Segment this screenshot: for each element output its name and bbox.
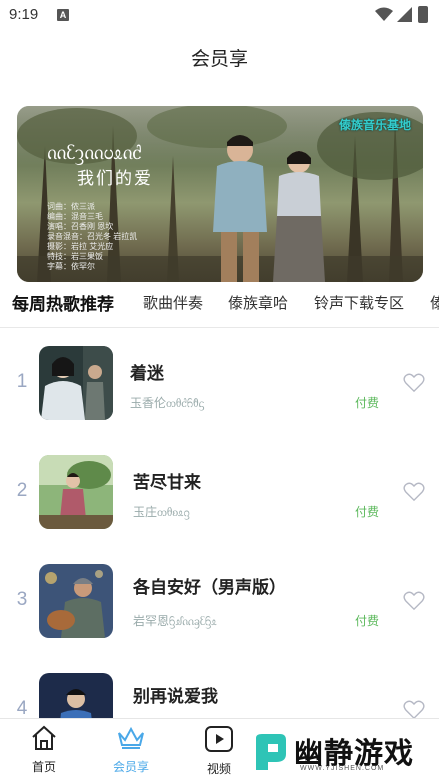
tab-accompaniment[interactable]: 歌曲伴奏 xyxy=(143,292,203,313)
nav-home-label: 首页 xyxy=(31,760,56,774)
song-artist: 玉香伦ᦎᦲᦺᦆᦹᦓ xyxy=(130,396,205,410)
nav-video[interactable]: 视频 xyxy=(189,725,249,777)
credit-line: 编曲：混音三毛 xyxy=(47,212,103,221)
song-title: 各自安好（男声版） xyxy=(133,578,286,597)
credit-line: 字幕：依罕尔 xyxy=(47,262,95,271)
banner-script-title: ᦶᦷᦡᦶᦢᦸᦵᦺ xyxy=(47,140,142,164)
banner-credits: 词曲：侬三派 编曲：混音三毛 演唱：召香刚 恩坎 录音混音：召光冬 岩拉凯 摄影… xyxy=(47,202,167,272)
song-title: 别再说爱我 xyxy=(133,687,218,706)
song-rank: 1 xyxy=(16,371,28,392)
song-row[interactable]: 4 别再说爱我 xyxy=(0,670,439,718)
favorite-heart-icon[interactable] xyxy=(403,373,425,393)
credit-line: 录音混音：召光冬 岩拉凯 xyxy=(47,232,138,241)
price-label: 付费 xyxy=(355,396,380,410)
status-bar: 9:19 A xyxy=(0,0,439,30)
song-cover-image xyxy=(39,673,113,718)
wifi-icon xyxy=(375,7,393,21)
video-icon xyxy=(205,726,233,752)
tab-weekly-hits[interactable]: 每周热歌推荐 xyxy=(12,290,114,315)
song-artist: 岩罕恩ᦌᦾᦶᦃᦷᦌᦸ xyxy=(133,614,217,628)
song-rank: 3 xyxy=(16,589,28,610)
crown-icon xyxy=(118,726,144,749)
notification-a-icon: A xyxy=(57,9,69,21)
watermark-logo-icon xyxy=(256,734,286,770)
battery-icon xyxy=(418,6,428,23)
song-row[interactable]: 1 着迷 玉香伦ᦎᦲᦺᦆᦹᦓ 付费 xyxy=(0,343,439,453)
song-cover-image xyxy=(39,564,113,638)
song-row[interactable]: 3 各自安好（男声版） 岩罕恩ᦌᦾᦶᦃᦷᦌᦸ 付费 xyxy=(0,561,439,671)
song-cover-image xyxy=(39,346,113,420)
signal-icon xyxy=(397,7,412,22)
home-icon xyxy=(32,725,56,750)
credit-line: 特技：岩三果饭 xyxy=(47,252,103,261)
banner-carousel[interactable]: 傣族音乐基地 ᦶᦷᦡᦶᦢᦸᦵᦺ 我们的爱 词曲：侬三派 编曲：混音三毛 演唱：召… xyxy=(17,106,423,282)
song-cover-image xyxy=(39,455,113,529)
tab-dai-zhanghā[interactable]: 傣族章哈 xyxy=(228,292,288,313)
watermark-url: WWW.YJISHEN.COM xyxy=(300,765,385,772)
banner-woman-figure xyxy=(273,151,325,282)
song-rank: 2 xyxy=(16,480,28,501)
status-time: 9:19 xyxy=(9,6,39,23)
tab-ringtone-download[interactable]: 铃声下载专区 xyxy=(314,292,404,313)
song-rank: 4 xyxy=(16,698,28,718)
price-label: 付费 xyxy=(355,614,380,628)
tabs-divider xyxy=(0,327,439,328)
nav-home[interactable]: 首页 xyxy=(14,725,74,775)
price-label: 付费 xyxy=(355,505,380,519)
credit-line: 词曲：侬三派 xyxy=(47,202,95,211)
page-title: 会员享 xyxy=(190,49,248,70)
song-title: 苦尽甘来 xyxy=(133,473,201,492)
banner-brand-logo: 傣族音乐基地 xyxy=(338,118,411,132)
song-row[interactable]: 2 苦尽甘来 玉庄ᦎᦲᦈᦸᦋ 付费 xyxy=(0,452,439,562)
watermark: 幽静游戏 WWW.YJISHEN.COM xyxy=(248,724,438,778)
nav-video-label: 视频 xyxy=(206,762,231,776)
favorite-heart-icon[interactable] xyxy=(403,700,425,718)
song-title: 着迷 xyxy=(130,364,164,383)
credit-line: 摄影：岩拉 艾光应 xyxy=(47,242,114,251)
favorite-heart-icon[interactable] xyxy=(403,591,425,611)
nav-member-label: 会员享 xyxy=(112,760,149,774)
favorite-heart-icon[interactable] xyxy=(403,482,425,502)
credit-line: 演唱：召香刚 恩坎 xyxy=(47,222,114,231)
tab-dai-more[interactable]: 傣 xyxy=(430,292,439,313)
banner-man-figure xyxy=(213,135,267,282)
song-artist: 玉庄ᦎᦲᦈᦸᦋ xyxy=(133,505,190,519)
category-tabs: 每周热歌推荐 歌曲伴奏 傣族章哈 铃声下载专区 傣 xyxy=(0,290,439,326)
nav-member[interactable]: 会员享 xyxy=(101,725,161,775)
banner-song-title: 我们的爱 xyxy=(77,169,153,189)
